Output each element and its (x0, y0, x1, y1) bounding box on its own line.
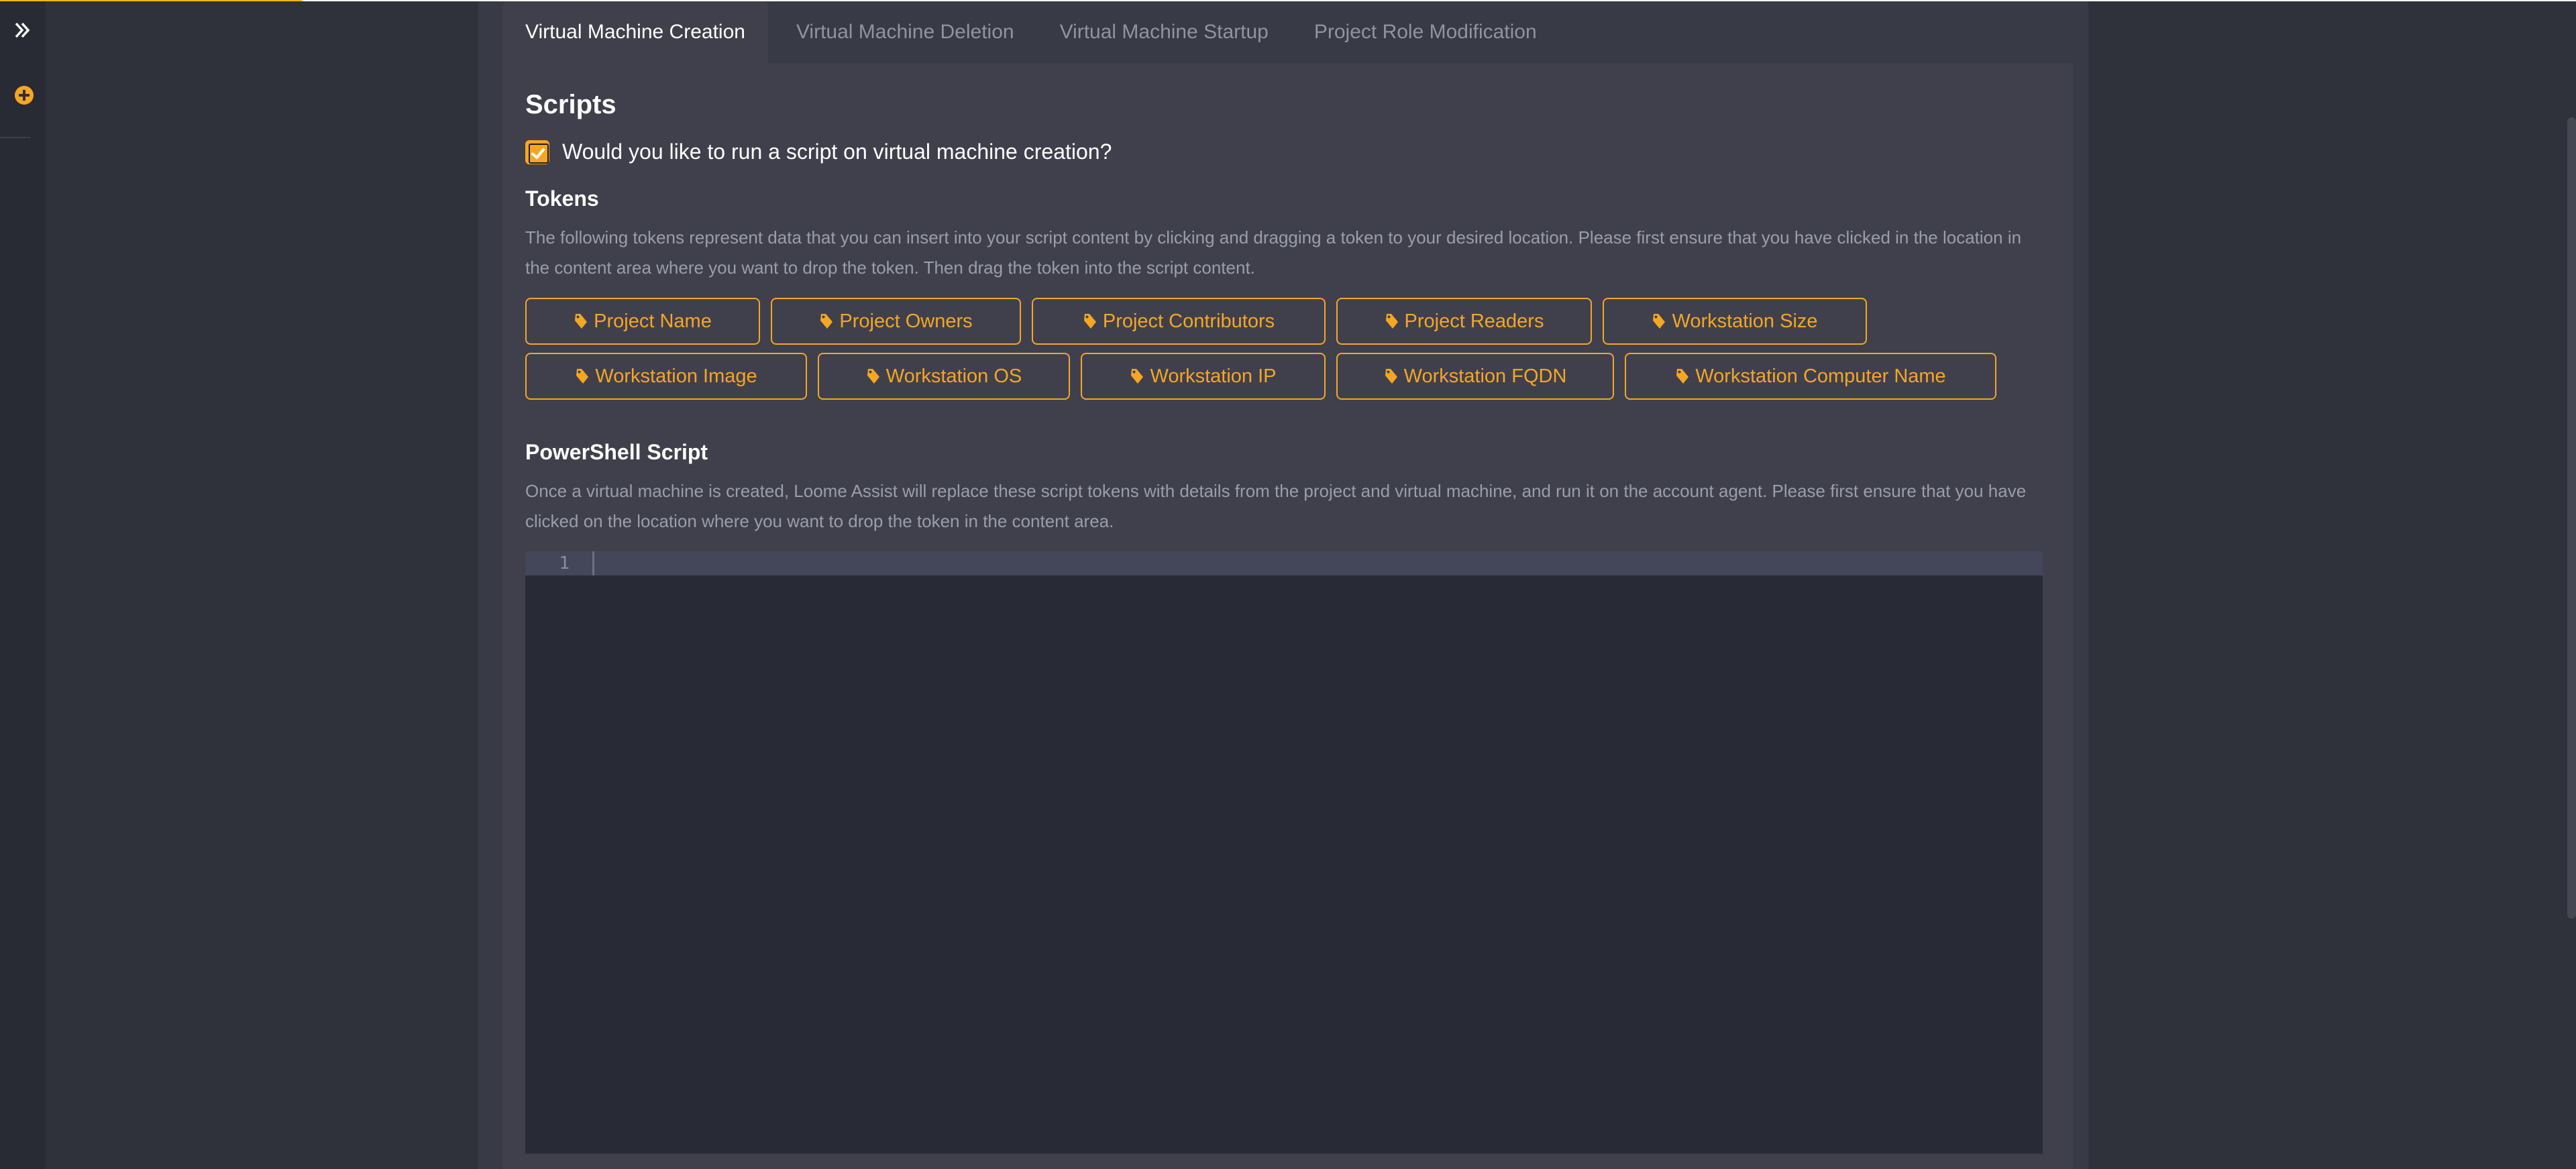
tab-content: Scripts Would you like to run a script o… (502, 63, 2073, 1169)
powershell-help-text: Once a virtual machine is created, Loome… (525, 481, 2027, 531)
tab-vm-startup[interactable]: Virtual Machine Startup (1037, 1, 1291, 63)
token-project-owners[interactable]: Project Owners (771, 298, 1021, 345)
tag-icon (576, 369, 589, 384)
token-workstation-os[interactable]: Workstation OS (818, 353, 1070, 400)
text-cursor (592, 551, 594, 575)
tag-icon (1083, 314, 1096, 329)
top-border (302, 0, 2576, 1)
expand-sidebar-button[interactable] (15, 21, 31, 39)
line-number: 1 (559, 553, 570, 573)
token-project-contributors[interactable]: Project Contributors (1032, 298, 1326, 345)
token-workstation-image[interactable]: Workstation Image (525, 353, 807, 400)
page-scrollbar[interactable] (2567, 117, 2576, 919)
powershell-script-title: PowerShell Script (525, 440, 708, 464)
tag-icon (1653, 314, 1666, 329)
tag-icon (575, 314, 588, 329)
token-workstation-ip[interactable]: Workstation IP (1081, 353, 1326, 400)
add-button[interactable] (15, 86, 34, 105)
tag-icon (867, 369, 879, 384)
token-row: Project Name Project Owners Project Cont… (525, 298, 2043, 345)
tokens-help-text: The following tokens represent data that… (525, 227, 2022, 278)
tab-vm-creation[interactable]: Virtual Machine Creation (502, 1, 768, 63)
run-script-label: Would you like to run a script on virtua… (562, 140, 1112, 164)
token-workstation-size[interactable]: Workstation Size (1603, 298, 1867, 345)
token-workstation-computer-name[interactable]: Workstation Computer Name (1625, 353, 1996, 400)
token-row: Workstation Image Workstation OS Worksta… (525, 353, 2043, 400)
sidebar (0, 0, 46, 1169)
main-panel: Virtual Machine Creation Virtual Machine… (478, 1, 2088, 1169)
token-list: Project Name Project Owners Project Cont… (525, 298, 2043, 408)
tab-project-role-modification[interactable]: Project Role Modification (1291, 1, 1560, 63)
token-project-readers[interactable]: Project Readers (1336, 298, 1592, 345)
run-script-checkbox[interactable] (525, 140, 549, 164)
tag-icon (1385, 369, 1397, 384)
tag-icon (1676, 369, 1689, 384)
tag-icon (1385, 314, 1398, 329)
token-project-name[interactable]: Project Name (525, 298, 760, 345)
tab-vm-deletion[interactable]: Virtual Machine Deletion (768, 1, 1037, 63)
scripts-title: Scripts (525, 90, 616, 119)
sidebar-divider (0, 137, 30, 138)
top-progress-accent (0, 0, 302, 1)
tag-icon (1131, 369, 1144, 384)
token-workstation-fqdn[interactable]: Workstation FQDN (1336, 353, 1614, 400)
editor-active-line (525, 551, 2043, 575)
tab-bar: Virtual Machine Creation Virtual Machine… (502, 1, 1560, 63)
double-chevron-right-icon (15, 22, 30, 38)
tokens-title: Tokens (525, 186, 599, 211)
script-editor[interactable]: 1 (525, 551, 2043, 1154)
run-script-option[interactable]: Would you like to run a script on virtua… (525, 140, 1112, 164)
tag-icon (820, 314, 833, 329)
